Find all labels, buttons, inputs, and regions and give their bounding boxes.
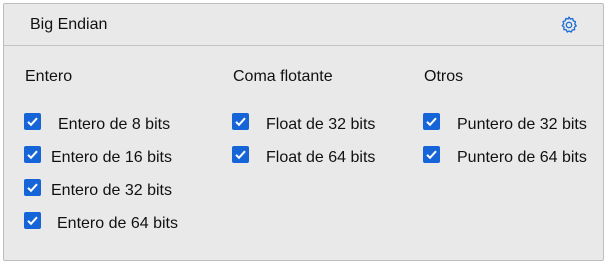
panel-title: Big Endian: [30, 16, 108, 33]
checkbox-checked[interactable]: [232, 113, 249, 130]
column-title-entero: Entero: [25, 68, 73, 85]
big-endian-panel: Big Endian Entero Entero de 8 bits Enter…: [3, 3, 604, 261]
checkbox-label: Entero de 8 bits: [58, 116, 171, 133]
gear-icon[interactable]: [559, 15, 579, 35]
checkbox-checked[interactable]: [423, 113, 440, 130]
checkbox-checked[interactable]: [24, 113, 41, 130]
checkbox-checked[interactable]: [232, 146, 249, 163]
checkbox-label: Float de 32 bits: [266, 116, 376, 133]
column-title-coma-flotante: Coma flotante: [233, 68, 333, 85]
checkbox-label: Puntero de 64 bits: [457, 149, 587, 166]
checkbox-checked[interactable]: [24, 146, 41, 163]
checkbox-checked[interactable]: [423, 146, 440, 163]
checkbox-label: Puntero de 32 bits: [457, 116, 587, 133]
panel-header: Big Endian: [4, 4, 603, 46]
checkbox-label: Entero de 32 bits: [51, 182, 172, 199]
column-title-otros: Otros: [424, 68, 464, 85]
checkbox-label: Float de 64 bits: [266, 149, 376, 166]
checkbox-label: Entero de 64 bits: [57, 215, 178, 232]
checkbox-checked[interactable]: [24, 179, 41, 196]
checkbox-label: Entero de 16 bits: [51, 149, 172, 166]
checkbox-checked[interactable]: [24, 212, 41, 229]
